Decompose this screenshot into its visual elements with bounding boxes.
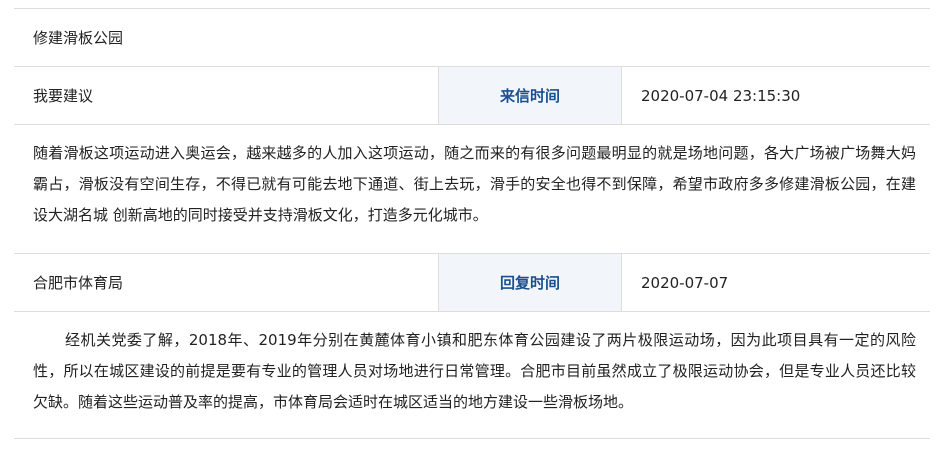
reply-time-value: 2020-07-07: [641, 273, 729, 292]
reply-content-row: 经机关党委了解，2018年、2019年分别在黄麓体育小镇和肥东体育公园建设了两片…: [14, 312, 930, 439]
letter-detail-table: 修建滑板公园 我要建议 来信时间 2020-07-04 23:15:30 随着滑…: [14, 8, 930, 439]
reply-time-label: 回复时间: [438, 254, 622, 311]
reply-department: 合肥市体育局: [33, 274, 124, 292]
reply-meta-row: 合肥市体育局 回复时间 2020-07-07: [14, 254, 930, 312]
letter-content-row: 随着滑板这项运动进入奥运会，越来越多的人加入这项运动，随之而来的有很多问题最明显…: [14, 125, 930, 254]
reply-content: 经机关党委了解，2018年、2019年分别在黄麓体育小镇和肥东体育公园建设了两片…: [33, 331, 916, 411]
letter-time-value: 2020-07-04 23:15:30: [641, 86, 801, 105]
letter-category: 我要建议: [33, 87, 94, 105]
subject-row: 修建滑板公园: [14, 9, 930, 67]
letter-title: 修建滑板公园: [33, 29, 124, 47]
letter-meta-row: 我要建议 来信时间 2020-07-04 23:15:30: [14, 67, 930, 125]
letter-time-label: 来信时间: [438, 67, 622, 124]
letter-content: 随着滑板这项运动进入奥运会，越来越多的人加入这项运动，随之而来的有很多问题最明显…: [33, 144, 916, 224]
